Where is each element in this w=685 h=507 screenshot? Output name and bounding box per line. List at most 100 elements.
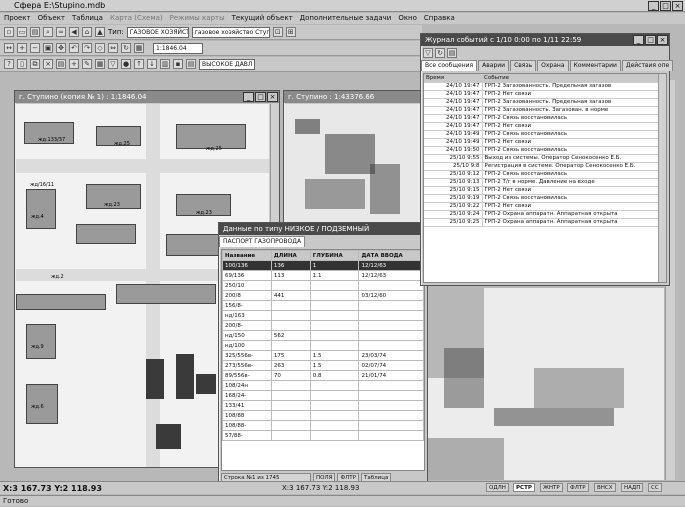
table-cell[interactable]: [358, 400, 424, 411]
map-window-2-titlebar[interactable]: г. Ступино : 1:43376.66: [284, 91, 422, 103]
table-cell[interactable]: [358, 390, 424, 401]
table-cell[interactable]: 0.8: [309, 370, 360, 381]
save-icon[interactable]: ▪: [173, 59, 183, 69]
table-row[interactable]: 100/136 136 1 12/12/63: [222, 260, 424, 271]
sort-desc-icon[interactable]: ↓: [147, 59, 157, 69]
journal-titlebar[interactable]: Журнал событий с 1/10 0:00 по 1/11 22:59…: [421, 34, 669, 46]
table-row[interactable]: 57/88-: [222, 430, 424, 441]
table-row[interactable]: 325/556в- 175 1.5 23/03/74: [222, 350, 424, 361]
table-row[interactable]: нд/100: [222, 340, 424, 351]
table-cell[interactable]: 133/41: [222, 400, 272, 411]
measure-icon[interactable]: ↔: [4, 43, 14, 53]
journal-row[interactable]: 24/10 19:49 ГРП-2 Нет связи: [424, 138, 666, 147]
map-canvas-2[interactable]: [285, 104, 422, 239]
table-row[interactable]: 133/41: [222, 400, 424, 411]
delete-icon[interactable]: ×: [43, 59, 53, 69]
table-cell[interactable]: 441: [270, 290, 311, 301]
table-cell[interactable]: [309, 290, 360, 301]
table-cell[interactable]: [309, 400, 360, 411]
journal-row[interactable]: 24/10 19:47 ГРП-2 Нет связи: [424, 90, 666, 99]
table-cell[interactable]: 108/88: [222, 410, 272, 421]
table-cell[interactable]: [309, 310, 360, 321]
select-icon[interactable]: ◇: [95, 43, 105, 53]
grid-icon[interactable]: ⊞: [285, 27, 296, 37]
zoom-in-icon[interactable]: +: [17, 43, 27, 53]
column-header[interactable]: Время: [424, 74, 482, 83]
minimize-button[interactable]: _: [633, 35, 644, 45]
journal-row[interactable]: 24/10 19:47 ГРП-2 Загазованность. Предель…: [424, 82, 666, 91]
back-icon[interactable]: ◀: [69, 27, 79, 37]
mode-indicator[interactable]: ВНСХ: [594, 483, 616, 492]
table-cell[interactable]: 168/24-: [222, 390, 272, 401]
table-row[interactable]: 89/556в- 70 0.8 21/01/74: [222, 370, 424, 381]
table-cell[interactable]: [270, 280, 311, 291]
mode-indicator[interactable]: РСТР: [513, 483, 535, 492]
table-cell[interactable]: 21/01/74: [358, 370, 424, 381]
table-cell[interactable]: [309, 380, 360, 391]
journal-row[interactable]: 25/10 9:22 ГРП-2 Нет связи: [424, 202, 666, 211]
table-cell[interactable]: [358, 320, 424, 331]
table-row[interactable]: 108/24н: [222, 380, 424, 391]
table-cell[interactable]: [309, 320, 360, 331]
help-icon[interactable]: ?: [4, 59, 14, 69]
maximize-button[interactable]: □: [645, 35, 656, 45]
journal-tab[interactable]: Действия опе: [621, 60, 674, 71]
sort-asc-icon[interactable]: ↑: [134, 59, 144, 69]
zoom-window-icon[interactable]: ▣: [43, 43, 53, 53]
mode-indicator[interactable]: СС: [648, 483, 662, 492]
mode-indicator[interactable]: ФЛТР: [567, 483, 589, 492]
table-cell[interactable]: 1.5: [309, 360, 360, 371]
journal-row[interactable]: 25/10 9:13 ГРП-2 Т/г в норме. Давление на…: [424, 178, 666, 187]
table-cell[interactable]: 03/12/60: [358, 290, 424, 301]
table-cell[interactable]: [270, 410, 311, 421]
table-cell[interactable]: нд/100: [222, 340, 272, 351]
table-cell[interactable]: 1.5: [309, 350, 360, 361]
print-icon[interactable]: ▤: [447, 48, 457, 58]
table-cell[interactable]: 136: [270, 260, 311, 271]
table-cell[interactable]: [309, 340, 360, 351]
type-select[interactable]: ГАЗОВОЕ ХОЗЯЙСТВ: [126, 26, 189, 38]
journal-tab[interactable]: Все сообщения: [421, 60, 478, 71]
table-cell[interactable]: 23/03/74: [358, 350, 424, 361]
zoom-out-icon[interactable]: −: [30, 43, 40, 53]
table-cell[interactable]: 562: [270, 330, 311, 341]
mode-indicator[interactable]: ОДЛН: [486, 483, 509, 492]
table-cell[interactable]: 1.1: [309, 270, 360, 281]
menu-object[interactable]: Объект: [38, 13, 65, 24]
table-cell[interactable]: [358, 300, 424, 311]
menu-map-modes[interactable]: Режимы карты: [170, 13, 225, 24]
table-cell[interactable]: 113: [270, 270, 311, 281]
table-cell[interactable]: [309, 410, 360, 421]
journal-tab[interactable]: Комментарии: [569, 60, 621, 71]
table-cell[interactable]: [358, 380, 424, 391]
table-row[interactable]: 250/10: [222, 280, 424, 291]
scale-select[interactable]: 1:1846.04: [153, 42, 203, 54]
table-cell[interactable]: [270, 430, 311, 441]
printer-icon[interactable]: ▤: [186, 59, 196, 69]
journal-row[interactable]: 24/10 19:47 ГРП-2 Загазованность. Предель…: [424, 98, 666, 107]
tab-passport[interactable]: ПАСПОРТ ГАЗОПРОВОДА: [219, 236, 306, 247]
building-icon[interactable]: ▲: [95, 27, 105, 37]
menu-table[interactable]: Таблица: [72, 13, 103, 24]
menu-current-object[interactable]: Текущий объект: [232, 13, 293, 24]
table-cell[interactable]: [270, 420, 311, 431]
map-icon[interactable]: ▦: [134, 43, 144, 53]
undo-icon[interactable]: ↶: [69, 43, 79, 53]
table-cell[interactable]: 02/07/74: [358, 360, 424, 371]
table-cell[interactable]: 12/12/63: [358, 260, 424, 271]
table-cell[interactable]: [270, 310, 311, 321]
menu-project[interactable]: Проект: [4, 13, 31, 24]
find-icon[interactable]: ⌕: [43, 27, 53, 37]
new-icon[interactable]: ▫: [4, 27, 14, 37]
table-row[interactable]: нд/150 562: [222, 330, 424, 341]
menu-map[interactable]: Карта (Схема): [110, 13, 163, 24]
copy-icon[interactable]: ⧉: [30, 59, 40, 69]
owner-select[interactable]: газовое хозяйство Ступ: [191, 26, 270, 38]
menu-help[interactable]: Справка: [424, 13, 455, 24]
add-icon[interactable]: +: [69, 59, 79, 69]
table-row[interactable]: 200/8 441 03/12/60: [222, 290, 424, 301]
journal-scrollbar[interactable]: [658, 74, 666, 282]
table-cell[interactable]: нд/163: [222, 310, 272, 321]
print-icon[interactable]: ▤: [30, 27, 40, 37]
table-cell[interactable]: [309, 390, 360, 401]
